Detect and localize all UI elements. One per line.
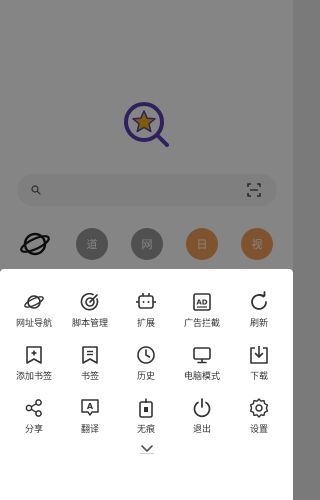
monitor-icon — [193, 347, 211, 364]
power-icon — [193, 398, 211, 418]
menu-item-ad-block[interactable]: AD 广告拦截 — [173, 291, 231, 330]
share-icon — [25, 399, 42, 417]
menu-item-bookmarks[interactable]: 书签 — [61, 344, 119, 383]
menu-item-settings[interactable]: 设置 — [230, 397, 288, 436]
plugin-icon — [136, 293, 156, 309]
menu-item-share[interactable]: 分享 — [5, 397, 63, 436]
menu-row: 网址导航 脚本管理 扩展 AD 广告拦截 刷新 — [0, 291, 293, 344]
planet-icon — [24, 295, 44, 309]
menu-item-incognito[interactable]: 无痕 — [117, 397, 175, 436]
svg-text:A: A — [87, 402, 94, 411]
menu-item-extensions[interactable]: 扩展 — [117, 291, 175, 330]
menu-item-url-nav[interactable]: 网址导航 — [5, 291, 63, 330]
svg-text:AD: AD — [196, 299, 207, 307]
translate-icon: A — [81, 399, 99, 416]
menu-item-downloads[interactable]: 下载 — [230, 344, 288, 383]
menu-item-desktop-mode[interactable]: 电脑模式 — [173, 344, 231, 383]
menu-item-script-manager[interactable]: 脚本管理 — [61, 291, 119, 330]
download-icon — [250, 346, 268, 364]
menu-item-translate[interactable]: A 翻译 — [61, 397, 119, 436]
menu-grid: 网址导航 脚本管理 扩展 AD 广告拦截 刷新 添加书签 书签 历史 电脑模式 … — [0, 291, 293, 450]
menu-item-exit[interactable]: 退出 — [173, 397, 231, 436]
bookmark-icon — [82, 346, 98, 364]
incognito-icon — [139, 398, 153, 418]
menu-sheet: 网址导航 脚本管理 扩展 AD 广告拦截 刷新 添加书签 书签 历史 电脑模式 … — [0, 269, 293, 500]
gear-icon — [249, 398, 269, 418]
menu-item-history[interactable]: 历史 — [117, 344, 175, 383]
ad-block-icon: AD — [193, 293, 211, 311]
menu-row: 添加书签 书签 历史 电脑模式 下载 — [0, 344, 293, 397]
menu-item-add-bookmark[interactable]: 添加书签 — [5, 344, 63, 383]
refresh-icon — [251, 291, 267, 310]
chevron-down-icon[interactable] — [138, 442, 156, 456]
target-icon — [80, 292, 99, 311]
add-bookmark-icon — [26, 346, 42, 364]
clock-icon — [137, 346, 155, 364]
menu-item-refresh[interactable]: 刷新 — [230, 291, 288, 330]
